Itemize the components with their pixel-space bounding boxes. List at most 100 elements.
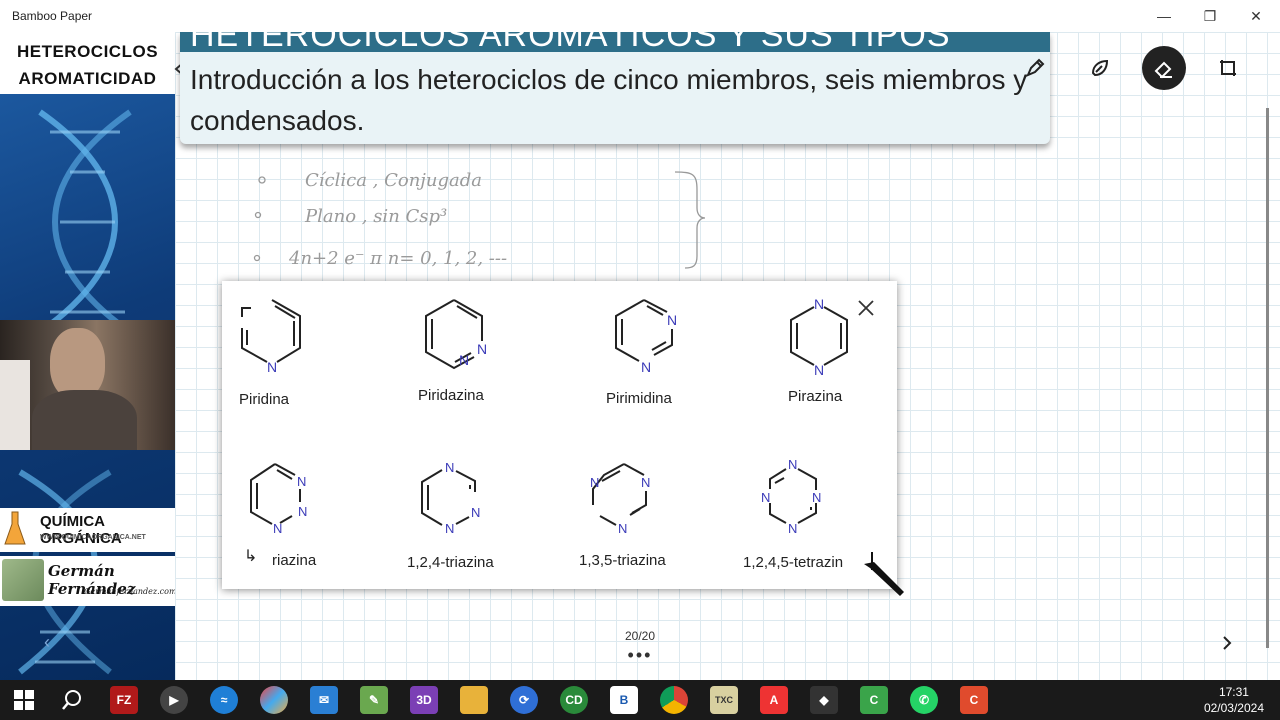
windows-taskbar: FZ ▶ ≈ ✉ ✎ 3D ⟳ CD B TXC A ◆ C ✆ C 17:31…	[0, 680, 1280, 720]
clock-date: 02/03/2024	[1203, 701, 1264, 715]
molecule-label-135-triazina: 1,3,5-triazina	[579, 552, 666, 569]
slide-title-bar: HETEROCICLOS AROMÁTICOS Y SUS TIPOS	[180, 32, 1050, 54]
pirimidina-n1: N	[667, 312, 677, 328]
topic-heading: HETEROCICLOS AROMATICIDAD	[0, 32, 175, 94]
note-line-2: Plano , sin Csp³	[304, 206, 447, 227]
piridina-n: N	[267, 359, 277, 375]
1245-tetrazina-structure: N N N N	[761, 457, 821, 536]
molecule-label-triazina: riazina	[272, 552, 317, 569]
selection-tool-button[interactable]	[1206, 46, 1250, 90]
bamboo-paper-icon[interactable]: B	[610, 686, 638, 714]
flask-icon	[4, 511, 26, 545]
pirimidina-n2: N	[641, 359, 651, 375]
clock-time: 17:31	[1218, 685, 1249, 699]
paint-icon[interactable]	[260, 686, 288, 714]
3d-viewer-icon[interactable]: 3D	[410, 686, 438, 714]
system-clock[interactable]: 17:31 02/03/2024	[1204, 684, 1264, 716]
pasted-image-card[interactable]: N Piridina N N Piridazina N N Pirimidina…	[222, 281, 897, 589]
mail-icon[interactable]: ✉	[310, 686, 338, 714]
highlighter-tool-button[interactable]	[1078, 46, 1122, 90]
pirazina-structure: N N	[790, 296, 848, 377]
video-sidebar: HETEROCICLOS AROMATICIDAD QUÍMICA ORGÁNI…	[0, 32, 175, 680]
piridina-structure: N	[241, 299, 301, 375]
piridazina-n2: N	[459, 352, 469, 368]
molecule-label-1245-tetrazina: 1,2,4,5-tetrazin	[743, 554, 844, 571]
window-titlebar: Bamboo Paper — ❐ ✕	[0, 0, 1280, 32]
topic-heading-line2: AROMATICIDAD	[18, 69, 157, 88]
author-banner: Germán Fernández Germanfernandez.com	[0, 556, 175, 606]
texstudio-icon[interactable]: TXC	[710, 686, 738, 714]
note-line-1: Cíclica , Conjugada	[305, 170, 482, 191]
chrome-icon[interactable]	[660, 686, 688, 714]
topic-heading-line1: HETEROCICLOS	[16, 42, 159, 61]
quimica-organica-logo: QUÍMICA ORGÁNICA WWW.QUIMICAORGANICA.NET	[0, 508, 175, 552]
notepad-icon[interactable]: ✎	[360, 686, 388, 714]
camtasia-icon[interactable]: C	[860, 686, 888, 714]
piridazina-n1: N	[477, 341, 487, 357]
135-triazina-structure: N N N	[590, 463, 650, 536]
124-triazina-n1: N	[445, 460, 454, 475]
135-triazina-n2: N	[590, 475, 599, 490]
124-triazina-n2: N	[471, 505, 480, 520]
file-explorer-icon[interactable]	[460, 686, 488, 714]
minimize-button[interactable]: —	[1141, 0, 1187, 32]
page-indicator: 20/20	[624, 629, 656, 643]
molecule-label-piridazina: Piridazina	[418, 387, 484, 404]
1245-tetrazina-n2: N	[761, 490, 770, 505]
next-page-arrow[interactable]	[1219, 634, 1235, 652]
124-triazina-structure: N N N	[421, 460, 480, 536]
chemdraw-icon[interactable]: CD	[560, 686, 588, 714]
triazina-structure: N N N	[250, 463, 307, 536]
webcam-feed	[0, 320, 175, 450]
search-icon[interactable]	[61, 689, 83, 711]
eraser-tool-button[interactable]	[1142, 46, 1186, 90]
molecule-label-pirazina: Pirazina	[788, 388, 843, 405]
more-options-button[interactable]: •••	[600, 645, 680, 666]
124-triazina-n3: N	[445, 521, 454, 536]
return-arrow-icon: ↳	[244, 548, 258, 565]
lasso-select-icon	[1220, 60, 1236, 76]
handwritten-notes: Cíclica , Conjugada Plano , sin Csp³ 4n+…	[253, 170, 706, 269]
camtasia-recorder-icon[interactable]: C	[960, 686, 988, 714]
triazina-n1: N	[297, 474, 306, 489]
1245-tetrazina-n3: N	[812, 490, 821, 505]
triazina-n3: N	[273, 521, 282, 536]
1245-tetrazina-n1: N	[788, 457, 797, 472]
vertical-scrollbar[interactable]	[1266, 108, 1269, 648]
molecule-label-124-triazina: 1,2,4-triazina	[407, 554, 494, 571]
eraser-cursor-icon	[864, 552, 904, 596]
135-triazina-n3: N	[618, 521, 627, 536]
sync-icon[interactable]: ⟳	[510, 686, 538, 714]
pirazina-n1: N	[814, 296, 824, 312]
filezilla-icon[interactable]: FZ	[110, 686, 138, 714]
135-triazina-n1: N	[641, 475, 650, 490]
app-title: Bamboo Paper	[12, 9, 93, 23]
piridazina-structure: N N	[425, 299, 487, 370]
eraser-icon	[1154, 61, 1172, 79]
note-line-3: 4n+2 e⁻ π n= 0, 1, 2, ---	[288, 248, 507, 269]
previous-page-arrow[interactable]: ‹	[44, 632, 50, 653]
author-photo	[2, 559, 44, 601]
media-player-icon[interactable]: ▶	[160, 686, 188, 714]
slide-title: HETEROCICLOS AROMÁTICOS Y SUS TIPOS	[190, 32, 951, 54]
highlighter-icon	[1091, 59, 1109, 77]
app-blue-icon[interactable]: ≈	[210, 686, 238, 714]
windows-start-icon[interactable]	[14, 690, 34, 710]
1245-tetrazina-n4: N	[788, 521, 797, 536]
triazina-n2: N	[298, 504, 307, 519]
pen-icon	[1026, 58, 1045, 77]
acrobat-icon[interactable]: A	[760, 686, 788, 714]
whatsapp-icon[interactable]: ✆	[910, 686, 938, 714]
slide-image: HETEROCICLOS AROMÁTICOS Y SUS TIPOS Intr…	[180, 32, 1050, 144]
restore-button[interactable]: ❐	[1187, 0, 1233, 32]
inkscape-icon[interactable]: ◆	[810, 686, 838, 714]
close-button[interactable]: ✕	[1233, 0, 1279, 32]
molecule-label-piridina: Piridina	[239, 391, 290, 408]
pirimidina-structure: N N	[615, 299, 677, 375]
pen-tool-button[interactable]	[1013, 46, 1057, 90]
molecule-label-pirimidina: Pirimidina	[606, 390, 672, 407]
logo1-url: WWW.QUIMICAORGANICA.NET	[40, 534, 146, 541]
author-site: Germanfernandez.com	[84, 587, 175, 596]
pirazina-n2: N	[814, 362, 824, 377]
slide-text: Introducción a los heterociclos de cinco…	[190, 64, 1028, 136]
